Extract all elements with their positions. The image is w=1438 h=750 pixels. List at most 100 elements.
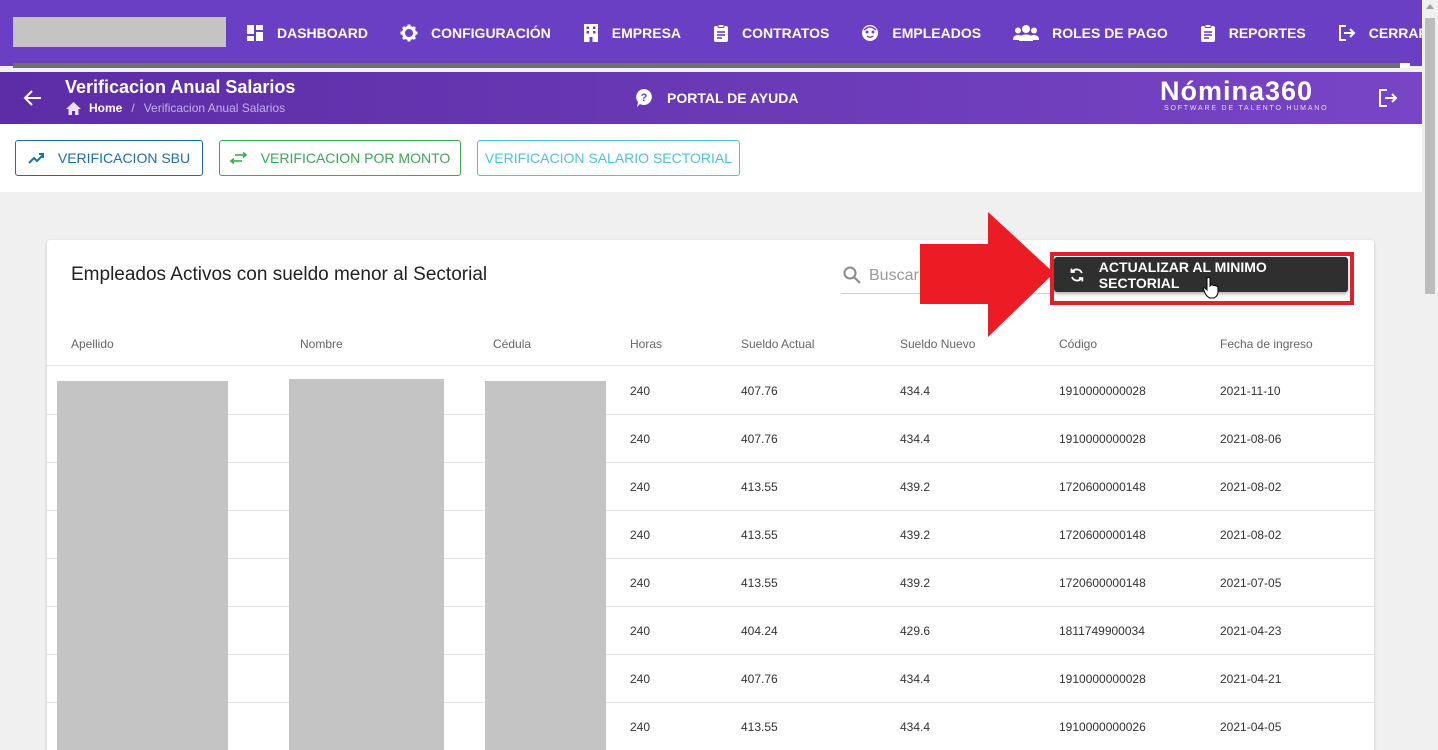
verificacion-sbu-label: VERIFICACION SBU xyxy=(57,150,191,166)
cell-sueldo-nuevo: 434.4 xyxy=(900,384,931,398)
cell-horas: 240 xyxy=(630,720,651,734)
help-icon: ? xyxy=(636,89,652,107)
gear-icon xyxy=(400,24,418,42)
actualizar-minimo-sectorial-button[interactable]: ACTUALIZAR AL MINIMO SECTORIAL xyxy=(1054,257,1348,292)
nav-empleados-label: EMPLEADOS xyxy=(892,25,982,41)
cell-codigo: 1910000000028 xyxy=(1059,432,1146,446)
scroll-up-arrow-icon[interactable] xyxy=(1426,4,1434,9)
cell-sueldo-actual: 413.55 xyxy=(741,480,778,494)
nav-dashboard[interactable]: DASHBOARD xyxy=(246,24,368,42)
nav-configuracion[interactable]: CONFIGURACIÓN xyxy=(400,24,551,42)
main-menu: DASHBOARD CONFIGURACIÓN EMPRESA CONTRATO… xyxy=(246,0,1438,66)
cell-sueldo-nuevo: 439.2 xyxy=(900,528,931,542)
nav-empresa-label: EMPRESA xyxy=(611,25,682,41)
verificacion-sectorial-button[interactable]: VERIFICACION SALARIO SECTORIAL xyxy=(477,140,740,176)
cell-fecha-ingreso: 2021-08-02 xyxy=(1220,528,1282,542)
nav-roles-de-pago-label: ROLES DE PAGO xyxy=(1052,25,1168,41)
refresh-icon xyxy=(1070,268,1084,281)
redacted-apellido-column xyxy=(57,381,228,750)
column-header-sueldo-nuevo[interactable]: Sueldo Nuevo xyxy=(900,337,975,351)
breadcrumb: Home / Verificacion Anual Salarios xyxy=(66,101,285,115)
cell-sueldo-nuevo: 429.6 xyxy=(900,624,931,638)
nav-contratos[interactable]: CONTRATOS xyxy=(713,24,829,42)
cell-sueldo-actual: 413.55 xyxy=(741,528,778,542)
swap-arrows-icon xyxy=(229,152,247,164)
breadcrumb-current: Verificacion Anual Salarios xyxy=(143,101,286,115)
cell-horas: 240 xyxy=(630,672,651,686)
dashboard-icon xyxy=(247,25,263,41)
breadcrumb-separator: / xyxy=(131,101,135,115)
page-header: Verificacion Anual Salarios Home / Verif… xyxy=(0,72,1422,124)
brand-name: Nómina360 xyxy=(1160,76,1314,106)
cell-horas: 240 xyxy=(630,384,651,398)
nav-configuracion-label: CONFIGURACIÓN xyxy=(431,25,551,41)
table-row[interactable]: 240 407.76 434.4 1910000000028 2021-11-1… xyxy=(47,367,1374,415)
cell-sueldo-nuevo: 439.2 xyxy=(900,480,931,494)
nav-empleados[interactable]: EMPLEADOS xyxy=(861,24,981,42)
search-icon xyxy=(843,266,861,284)
cell-codigo: 1720600000148 xyxy=(1059,480,1146,494)
cell-codigo: 1720600000148 xyxy=(1059,528,1146,542)
table-row[interactable]: 240 413.55 439.2 1720600000148 2021-08-0… xyxy=(47,511,1374,559)
verificacion-monto-label: VERIFICACION POR MONTO xyxy=(260,150,451,166)
column-header-horas[interactable]: Horas xyxy=(630,337,662,351)
verification-toolbar: VERIFICACION SBU VERIFICACION POR MONTO … xyxy=(0,124,1422,192)
cell-sueldo-nuevo: 439.2 xyxy=(900,576,931,590)
vertical-scrollbar[interactable] xyxy=(1422,0,1438,750)
table-row[interactable]: 240 413.55 439.2 1720600000148 2021-08-0… xyxy=(47,463,1374,511)
table-row[interactable]: 240 407.76 434.4 1910000000028 2021-08-0… xyxy=(47,415,1374,463)
table-row[interactable]: 240 407.76 434.4 1910000000028 2021-04-2… xyxy=(47,655,1374,703)
cell-sueldo-nuevo: 434.4 xyxy=(900,432,931,446)
help-portal-label: PORTAL DE AYUDA xyxy=(667,90,799,106)
cell-fecha-ingreso: 2021-08-02 xyxy=(1220,480,1282,494)
cell-sueldo-actual: 404.24 xyxy=(741,624,778,638)
cell-codigo: 1910000000026 xyxy=(1059,720,1146,734)
red-arrow-annotation xyxy=(920,212,1054,337)
help-portal-link[interactable]: ? PORTAL DE AYUDA xyxy=(636,89,798,107)
redacted-nombre-column xyxy=(289,379,444,750)
back-arrow-icon[interactable] xyxy=(22,87,44,109)
trending-up-icon xyxy=(28,153,44,164)
column-header-sueldo-actual[interactable]: Sueldo Actual xyxy=(741,337,814,351)
cell-sueldo-actual: 413.55 xyxy=(741,720,778,734)
nav-dashboard-label: DASHBOARD xyxy=(277,25,368,41)
verificacion-sbu-button[interactable]: VERIFICACION SBU xyxy=(15,140,203,176)
users-icon xyxy=(1013,25,1040,41)
employees-card: Empleados Activos con sueldo menor al Se… xyxy=(47,240,1374,750)
redacted-cedula-column xyxy=(485,381,606,750)
cell-codigo: 1910000000028 xyxy=(1059,672,1146,686)
cell-fecha-ingreso: 2021-07-05 xyxy=(1220,576,1282,590)
table-header: Apellido Nombre Cédula Horas Sueldo Actu… xyxy=(47,320,1374,366)
table-row[interactable]: 240 413.55 439.2 1720600000148 2021-07-0… xyxy=(47,559,1374,607)
company-logo-placeholder[interactable] xyxy=(13,17,226,47)
cell-fecha-ingreso: 2021-04-05 xyxy=(1220,720,1282,734)
nav-horizontal-scrollbar[interactable] xyxy=(13,63,1410,68)
cell-horas: 240 xyxy=(630,624,651,638)
cell-fecha-ingreso: 2021-11-10 xyxy=(1220,384,1281,398)
page-title: Verificacion Anual Salarios xyxy=(65,77,296,97)
nav-reportes-label: REPORTES xyxy=(1228,25,1306,41)
column-header-codigo[interactable]: Código xyxy=(1059,337,1097,351)
nav-reportes[interactable]: REPORTES xyxy=(1200,24,1306,42)
column-header-nombre[interactable]: Nombre xyxy=(300,337,343,351)
table-row[interactable]: 240 404.24 429.6 1811749900034 2021-04-2… xyxy=(47,607,1374,655)
page: DASHBOARD CONFIGURACIÓN EMPRESA CONTRATO… xyxy=(0,0,1438,750)
nav-empresa[interactable]: EMPRESA xyxy=(583,23,681,43)
cell-horas: 240 xyxy=(630,528,651,542)
cell-sueldo-actual: 407.76 xyxy=(741,432,778,446)
clipboard-icon xyxy=(714,24,729,42)
column-header-cedula[interactable]: Cédula xyxy=(493,337,531,351)
verificacion-monto-button[interactable]: VERIFICACION POR MONTO xyxy=(219,140,461,176)
cell-codigo: 1720600000148 xyxy=(1059,576,1146,590)
column-header-apellido[interactable]: Apellido xyxy=(71,337,114,351)
scrollbar-thumb[interactable] xyxy=(1425,18,1435,294)
breadcrumb-home-link[interactable]: Home xyxy=(89,101,122,115)
column-header-fecha-ingreso[interactable]: Fecha de ingreso xyxy=(1220,337,1313,351)
cell-horas: 240 xyxy=(630,432,651,446)
actualizar-minimo-sectorial-label: ACTUALIZAR AL MINIMO SECTORIAL xyxy=(1098,258,1267,291)
cell-fecha-ingreso: 2021-04-21 xyxy=(1220,672,1282,686)
brand-tagline: SOFTWARE DE TALENTO HUMANO xyxy=(1164,105,1329,112)
exit-icon[interactable] xyxy=(1378,88,1398,108)
table-row[interactable]: 240 413.55 434.4 1910000000026 2021-04-0… xyxy=(47,703,1374,750)
nav-roles-de-pago[interactable]: ROLES DE PAGO xyxy=(1013,24,1168,42)
